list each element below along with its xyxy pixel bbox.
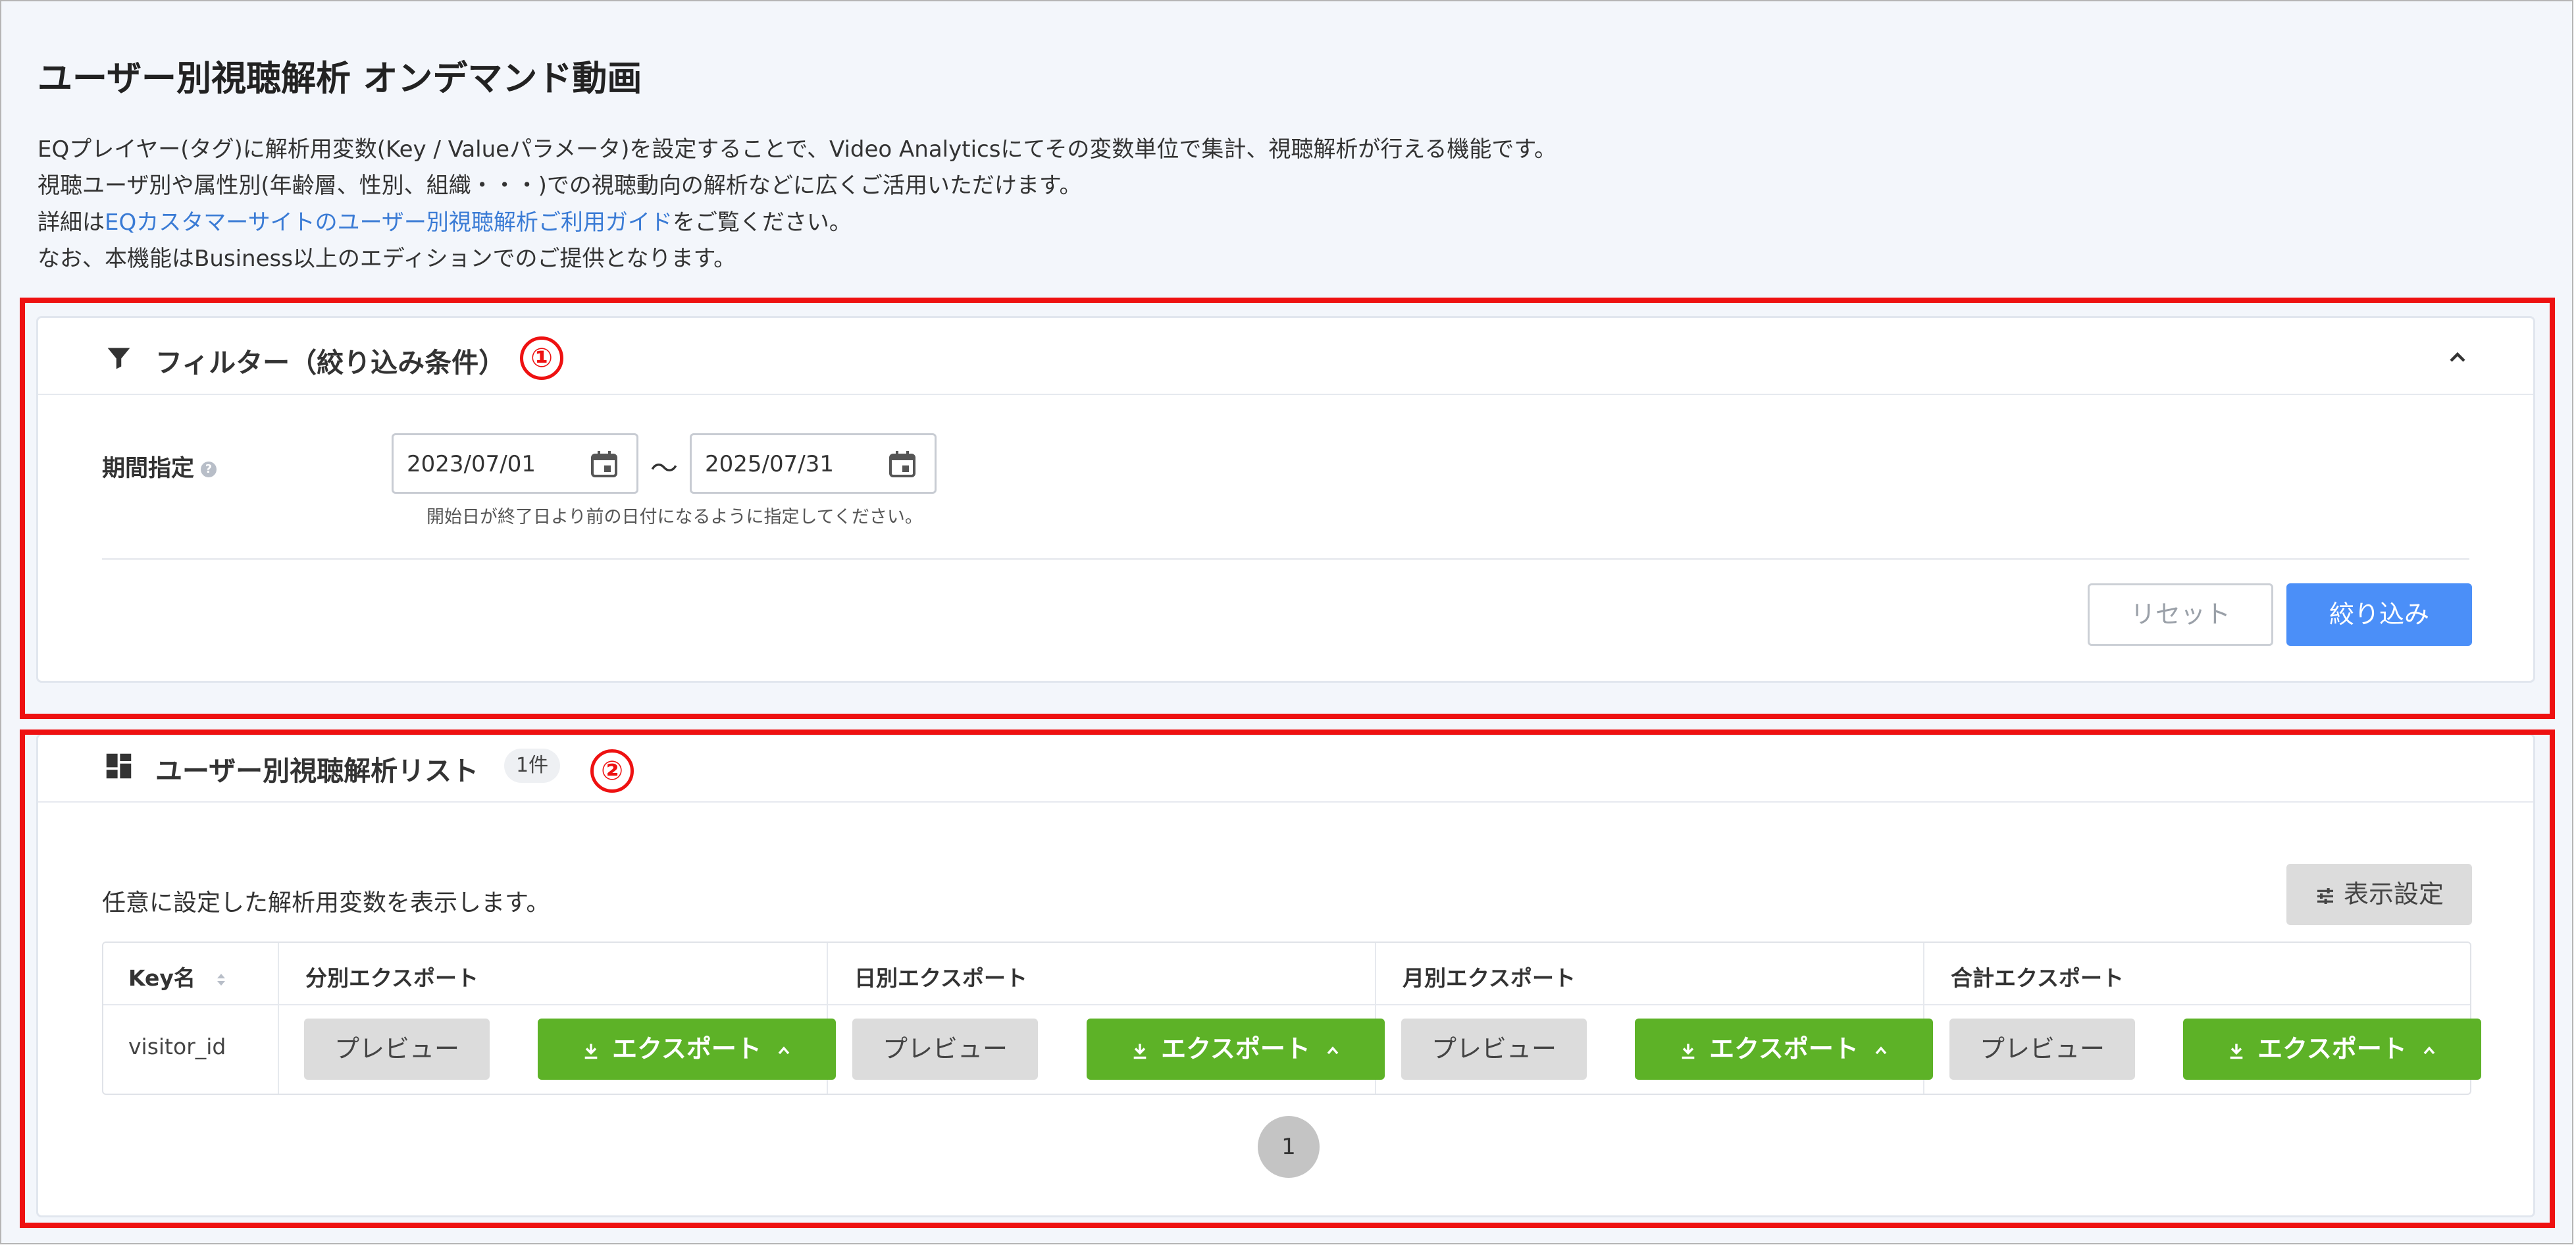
filter-header[interactable]: フィルター（絞り込み条件） <box>38 318 2533 395</box>
start-date-input[interactable]: 2023/07/01 <box>392 433 638 494</box>
daily-preview-button[interactable]: プレビュー <box>852 1019 1038 1080</box>
download-icon <box>584 1044 598 1059</box>
export-label: エクスポート <box>2257 1034 2407 1063</box>
customer-guide-link[interactable]: EQカスタマーサイトのユーザー別視聴解析ご利用ガイド <box>105 209 673 236</box>
description-line-3: 詳細はEQカスタマーサイトのユーザー別視聴解析ご利用ガイドをご覧ください。 <box>38 204 852 236</box>
page-frame: ユーザー別視聴解析 オンデマンド動画 EQプレイヤー(タグ)に解析用変数(Key… <box>0 0 2573 1244</box>
pagination-page-1[interactable]: 1 <box>1258 1116 1320 1178</box>
export-label: エクスポート <box>612 1034 761 1063</box>
description-line-2: 視聴ユーザ別や属性別(年齢層、性別、組織・・・)での視聴動向の解析などに広くご活… <box>38 172 1082 199</box>
caret-up-icon <box>1875 1046 1887 1054</box>
count-badge: 1件 <box>504 749 561 783</box>
column-minute-export: 分別エクスポート <box>305 965 479 991</box>
export-label: エクスポート <box>1709 1034 1859 1063</box>
display-settings-button[interactable]: 表示設定 <box>2286 864 2472 925</box>
dashboard-icon <box>106 753 132 779</box>
display-settings-label: 表示設定 <box>2343 880 2444 909</box>
filter-card: フィルター（絞り込み条件） 期間指定? 2023/07/01 〜 2025/07… <box>36 316 2535 683</box>
column-daily-export: 日別エクスポート <box>854 965 1028 991</box>
export-label: エクスポート <box>1161 1034 1310 1063</box>
caret-up-icon <box>2423 1046 2435 1054</box>
reset-button[interactable]: リセット <box>2088 583 2273 646</box>
description-prefix: 詳細は <box>38 209 105 236</box>
filter-icon <box>107 348 130 369</box>
total-export-button[interactable]: エクスポート <box>2183 1019 2481 1080</box>
apply-filter-button[interactable]: 絞り込み <box>2286 583 2472 646</box>
filter-divider <box>102 558 2469 560</box>
chevron-up-icon[interactable] <box>2448 348 2467 367</box>
list-description: 任意に設定した解析用変数を表示します。 <box>102 889 550 916</box>
export-table: Key名 分別エクスポート 日別エクスポート 月別エクスポート 合計エクスポート… <box>102 942 2481 1095</box>
key-cell: visitor_id <box>128 1034 226 1059</box>
start-date-value: 2023/07/01 <box>407 451 536 477</box>
table-header-row: Key名 分別エクスポート 日別エクスポート 月別エクスポート 合計エクスポート <box>103 943 2470 1005</box>
column-divider <box>278 943 279 1094</box>
daily-export-button[interactable]: エクスポート <box>1087 1019 1385 1080</box>
column-key-label: Key名 <box>128 965 195 991</box>
date-range-tilde: 〜 <box>650 452 679 485</box>
download-icon <box>1682 1044 1695 1059</box>
calendar-icon[interactable] <box>887 448 918 480</box>
caret-up-icon <box>778 1046 790 1054</box>
download-icon <box>2230 1044 2243 1059</box>
sort-icon[interactable] <box>213 970 229 990</box>
sliders-icon <box>2317 888 2333 904</box>
end-date-input[interactable]: 2025/07/31 <box>690 433 937 494</box>
list-header: ユーザー別視聴解析リスト 1件 <box>38 735 2533 803</box>
column-total-export: 合計エクスポート <box>1951 965 2125 991</box>
annotation-badge-1: ① <box>520 336 563 380</box>
monthly-preview-button[interactable]: プレビュー <box>1401 1019 1587 1080</box>
end-date-value: 2025/07/31 <box>705 451 834 477</box>
description-line-1: EQプレイヤー(タグ)に解析用変数(Key / Valueパラメータ)を設定する… <box>38 136 1557 163</box>
page-title: ユーザー別視聴解析 オンデマンド動画 <box>38 59 642 99</box>
column-key[interactable]: Key名 <box>128 961 229 992</box>
list-card: ユーザー別視聴解析リスト 1件 任意に設定した解析用変数を表示します。 表示設定… <box>36 733 2535 1217</box>
period-label: 期間指定? <box>102 450 217 483</box>
minute-preview-button[interactable]: プレビュー <box>304 1019 490 1080</box>
minute-export-button[interactable]: エクスポート <box>538 1019 836 1080</box>
list-title: ユーザー別視聴解析リスト <box>155 755 479 787</box>
help-icon[interactable]: ? <box>201 462 217 477</box>
period-label-text: 期間指定 <box>102 456 195 482</box>
annotation-badge-2: ② <box>590 749 634 793</box>
description-line-4: なお、本機能はBusiness以上のエディションでのご提供となります。 <box>38 246 736 272</box>
download-icon <box>1133 1044 1146 1059</box>
date-hint: 開始日が終了日より前の日付になるように指定してください。 <box>426 507 923 527</box>
column-monthly-export: 月別エクスポート <box>1403 965 1576 991</box>
monthly-export-button[interactable]: エクスポート <box>1635 1019 1933 1080</box>
filter-title: フィルター（絞り込み条件） <box>155 347 506 379</box>
description-suffix: をご覧ください。 <box>672 209 852 236</box>
calendar-icon[interactable] <box>588 448 620 480</box>
total-preview-button[interactable]: プレビュー <box>1949 1019 2135 1080</box>
caret-up-icon <box>1327 1046 1339 1054</box>
